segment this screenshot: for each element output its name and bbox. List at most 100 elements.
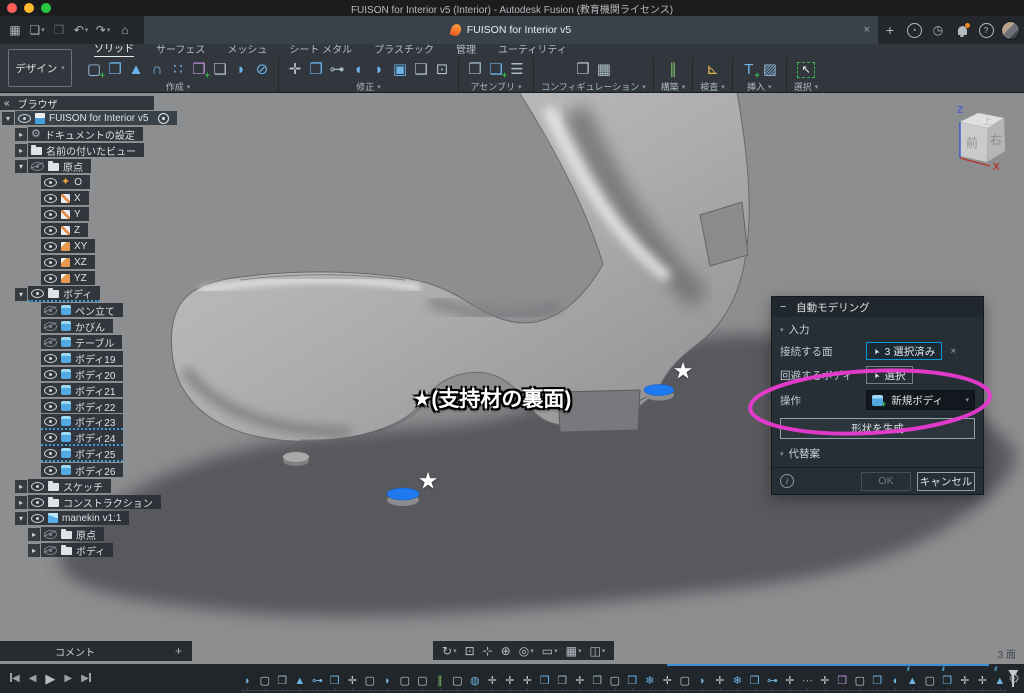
tree-item-chip[interactable]: かびん	[41, 319, 113, 333]
insert-mesh-icon[interactable]: ❒+	[190, 59, 208, 79]
tab-manage[interactable]: 管理	[456, 41, 476, 57]
body-feature-icon[interactable]: ❒	[626, 674, 639, 688]
input-section-header[interactable]: ▾入力	[772, 317, 983, 339]
joint-feature-icon[interactable]: ⊶	[311, 674, 324, 688]
sketch-feature-icon[interactable]: ▢	[258, 674, 271, 688]
info-icon[interactable]: i	[780, 474, 794, 488]
tree-row[interactable]: ▸⚙ドキュメントの設定	[0, 126, 250, 142]
expand-arrow-icon[interactable]: ▸	[28, 528, 40, 541]
home-icon[interactable]: ⌂	[114, 21, 136, 39]
move-feature-icon[interactable]: ✛	[818, 674, 831, 688]
tree-row[interactable]: Y	[0, 206, 250, 222]
pan-icon[interactable]: ⊹	[480, 644, 496, 658]
tree-row[interactable]: ✦O	[0, 174, 250, 190]
fillet-icon[interactable]: ◖	[349, 59, 367, 79]
sketch-feature-icon[interactable]: ▢	[923, 674, 936, 688]
mesh-feature-icon[interactable]: ❒	[836, 674, 849, 688]
tree-item-chip[interactable]: ボディ	[41, 543, 113, 557]
redo-icon[interactable]: ↷▾	[92, 21, 114, 39]
tree-item-chip[interactable]: 原点	[28, 159, 91, 173]
tree-item-chip[interactable]: 原点	[41, 527, 104, 541]
visibility-eye-icon[interactable]	[31, 289, 44, 298]
create-sketch-icon[interactable]: ▢+	[85, 59, 103, 79]
insert-text-icon[interactable]: T+	[740, 59, 758, 79]
sweep-icon[interactable]: ∩	[148, 59, 166, 79]
tree-item-chip[interactable]: 名前の付いたビュー	[28, 143, 144, 157]
avatar[interactable]	[998, 20, 1022, 40]
tree-row[interactable]: YZ	[0, 270, 250, 286]
zoom-icon[interactable]: ⊕	[498, 644, 514, 658]
visibility-off-icon[interactable]	[44, 322, 57, 331]
tree-row[interactable]: ボディ21	[0, 382, 250, 398]
tree-item-chip[interactable]: FUISON for Interior v5	[15, 111, 177, 125]
tree-item-chip[interactable]: Y	[41, 207, 89, 221]
group-label-insert[interactable]: 挿入▾	[740, 81, 779, 92]
construct-plane-icon[interactable]: ∥	[664, 59, 682, 79]
select-icon[interactable]: ↖	[797, 62, 815, 78]
collapse-arrow-icon[interactable]: ▾	[15, 288, 27, 301]
primitives-icon[interactable]: ❏	[211, 59, 229, 79]
workspace-selector[interactable]: デザイン▾	[8, 49, 72, 87]
sketch-feature-icon[interactable]: ▢	[853, 674, 866, 688]
tree-item-chip[interactable]: ✦O	[41, 175, 90, 189]
tree-row[interactable]: ボディ22	[0, 398, 250, 414]
move-feature-icon[interactable]: ✛	[958, 674, 971, 688]
tree-row[interactable]: XY	[0, 238, 250, 254]
tab-mesh[interactable]: メッシュ	[227, 41, 267, 57]
tab-solid[interactable]: ソリッド	[94, 40, 134, 57]
display-settings-icon[interactable]: ▭▾	[539, 644, 561, 658]
visibility-eye-icon[interactable]	[44, 449, 57, 458]
collapse-arrow-icon[interactable]: ▾	[15, 160, 27, 173]
revolve-feature-icon[interactable]: ▲	[993, 674, 1006, 688]
collapse-arrow-icon[interactable]: ▾	[15, 512, 27, 525]
offset-face-icon[interactable]: ❏	[412, 59, 430, 79]
tree-row[interactable]: ▾原点	[0, 158, 250, 174]
tree-row[interactable]: ボディ25	[0, 446, 250, 462]
fit-icon[interactable]: ◎▾	[516, 644, 537, 658]
config-table-icon[interactable]: ▦	[595, 59, 613, 79]
sketch-feature-icon[interactable]: ▢	[363, 674, 376, 688]
form-feature-icon[interactable]: ◗	[696, 674, 709, 688]
ok-button[interactable]: OK	[861, 472, 911, 491]
collapse-dialog-icon[interactable]: −	[780, 301, 786, 313]
visibility-eye-icon[interactable]	[18, 114, 31, 123]
group-label-create[interactable]: 作成▾	[85, 81, 271, 92]
look-at-icon[interactable]: ⊡	[462, 644, 478, 658]
tree-row[interactable]: ▸コンストラクション	[0, 494, 250, 510]
recent-icon[interactable]: ◷	[926, 20, 950, 40]
revolve-feature-icon[interactable]: ▲	[293, 674, 306, 688]
alternatives-section-header[interactable]: ▾代替案	[772, 441, 983, 463]
group-label-select[interactable]: 選択▾	[794, 81, 819, 92]
measure-icon[interactable]: ⊾	[704, 59, 722, 79]
tree-item-chip[interactable]: XY	[41, 239, 95, 253]
form-feature-icon[interactable]: ◗	[381, 674, 394, 688]
group-label-assemble[interactable]: アセンブリ▾	[466, 81, 526, 92]
tree-item-chip[interactable]: ボディ23	[41, 414, 123, 430]
expand-arrow-icon[interactable]: ▸	[15, 144, 27, 157]
tree-row[interactable]: テーブル	[0, 334, 250, 350]
move-feature-icon[interactable]: ✛	[783, 674, 796, 688]
tree-item-chip[interactable]: YZ	[41, 271, 95, 285]
tree-row[interactable]: ペン立て	[0, 302, 250, 318]
go-to-start-button[interactable]: ◀	[10, 673, 20, 684]
tree-item-chip[interactable]: スケッチ	[28, 479, 111, 493]
tree-row[interactable]: X	[0, 190, 250, 206]
form-icon[interactable]: ◗	[232, 59, 250, 79]
split-body-icon[interactable]: ⊡	[433, 59, 451, 79]
press-pull-icon[interactable]: ❐	[307, 59, 325, 79]
operation-dropdown[interactable]: + 新規ボディ ▾	[866, 390, 975, 410]
tree-item-chip[interactable]: テーブル	[41, 335, 122, 349]
tree-item-chip[interactable]: ボディ21	[41, 383, 123, 397]
tree-row[interactable]: XZ	[0, 254, 250, 270]
body-feature-icon[interactable]: ❒	[871, 674, 884, 688]
visibility-off-icon[interactable]	[31, 162, 44, 171]
visibility-eye-icon[interactable]	[44, 178, 57, 187]
loft-icon[interactable]: ∷	[169, 59, 187, 79]
configuration-icon[interactable]: ❐	[574, 59, 592, 79]
visibility-eye-icon[interactable]	[44, 194, 57, 203]
tree-row[interactable]: Z	[0, 222, 250, 238]
tree-row[interactable]: ▾manekin v1:1	[0, 510, 250, 526]
group-label-inspect[interactable]: 検査▾	[700, 81, 725, 92]
visibility-eye-icon[interactable]	[44, 386, 57, 395]
generate-shapes-button[interactable]: 形状を生成	[780, 418, 975, 439]
